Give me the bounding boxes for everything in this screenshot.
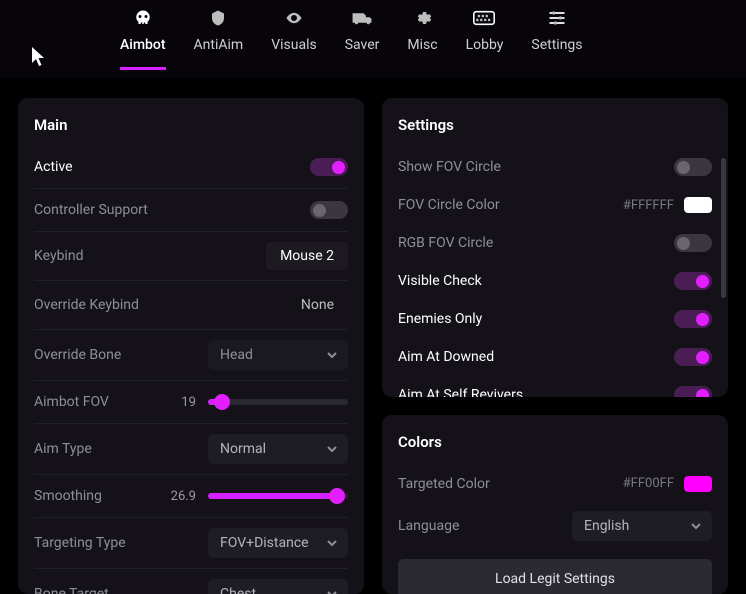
row-rgb-fov: RGB FOV Circle: [382, 224, 728, 262]
select-bone-target[interactable]: Chest: [208, 579, 348, 594]
lobby-icon: [473, 9, 495, 27]
tab-label: Aimbot: [120, 37, 166, 53]
chevron-down-icon: [690, 520, 702, 532]
slider-fov[interactable]: [208, 399, 348, 405]
label-fov: Aimbot FOV: [34, 394, 109, 410]
settings-icon: [547, 9, 567, 27]
row-smoothing: Smoothing 26.9: [18, 477, 364, 515]
label-controller: Controller Support: [34, 202, 148, 218]
targeted-color-hex: #FF00FF: [623, 476, 674, 491]
label-override-bone: Override Bone: [34, 347, 121, 363]
toggle-aim-self-rev[interactable]: [674, 386, 712, 397]
label-bone-target: Bone Target: [34, 586, 109, 594]
row-targeted-color: Targeted Color #FF00FF: [382, 465, 728, 503]
main-panel: Main Active Controller Support Keybind M…: [18, 98, 364, 594]
label-show-fov: Show FOV Circle: [398, 159, 501, 175]
tab-label: Misc: [407, 37, 437, 53]
tab-saver[interactable]: Saver: [345, 9, 380, 70]
tab-label: AntiAim: [194, 37, 244, 53]
toggle-visible-check[interactable]: [674, 272, 712, 290]
row-override-keybind: Override Keybind None: [18, 283, 364, 327]
main-title: Main: [18, 98, 364, 148]
chevron-down-icon: [326, 443, 338, 455]
toggle-controller[interactable]: [310, 201, 348, 219]
select-targeting-type[interactable]: FOV+Distance: [208, 528, 348, 558]
row-aimbot-fov: Aimbot FOV 19: [18, 383, 364, 421]
label-fov-color: FOV Circle Color: [398, 197, 500, 213]
label-visible-check: Visible Check: [398, 273, 482, 289]
label-keybind: Keybind: [34, 248, 83, 264]
row-visible-check: Visible Check: [382, 262, 728, 300]
select-aim-type[interactable]: Normal: [208, 434, 348, 464]
toggle-rgb-fov[interactable]: [674, 234, 712, 252]
label-override-keybind: Override Keybind: [34, 297, 139, 313]
toggle-show-fov[interactable]: [674, 158, 712, 176]
tab-antiaim[interactable]: AntiAim: [194, 9, 244, 70]
colors-panel: Colors Targeted Color #FF00FF Language E…: [382, 415, 728, 594]
row-targeting-type: Targeting Type FOV+Distance: [18, 520, 364, 566]
row-aim-type: Aim Type Normal: [18, 426, 364, 472]
select-override-bone[interactable]: Head: [208, 340, 348, 370]
colors-title: Colors: [382, 415, 728, 465]
settings-title: Settings: [382, 98, 728, 148]
row-language: Language English: [382, 503, 728, 549]
load-legit-button[interactable]: Load Legit Settings: [398, 559, 712, 594]
toggle-active[interactable]: [310, 158, 348, 176]
scrollbar[interactable]: [721, 158, 726, 298]
tab-aimbot[interactable]: Aimbot: [120, 9, 166, 70]
tab-label: Settings: [531, 37, 582, 53]
override-keybind-field[interactable]: None: [287, 291, 348, 319]
row-keybind: Keybind Mouse 2: [18, 234, 364, 278]
tab-lobby[interactable]: Lobby: [466, 9, 504, 70]
saver-icon: [351, 9, 373, 27]
tab-visuals[interactable]: Visuals: [271, 9, 317, 70]
aimbot-icon: [133, 9, 153, 27]
settings-panel: Settings Show FOV Circle FOV Circle Colo…: [382, 98, 728, 397]
label-aim-type: Aim Type: [34, 441, 92, 457]
targeted-color-swatch[interactable]: [684, 476, 712, 492]
row-aim-self-rev: Aim At Self Revivers: [382, 376, 728, 397]
tab-label: Saver: [345, 37, 380, 53]
chevron-down-icon: [326, 537, 338, 549]
row-fov-color: FOV Circle Color #FFFFFF: [382, 186, 728, 224]
label-targeting-type: Targeting Type: [34, 535, 126, 551]
toggle-aim-downed[interactable]: [674, 348, 712, 366]
keybind-field[interactable]: Mouse 2: [266, 242, 348, 270]
slider-smoothing[interactable]: [208, 493, 348, 499]
label-language: Language: [398, 518, 459, 534]
row-aim-downed: Aim At Downed: [382, 338, 728, 376]
label-active: Active: [34, 159, 73, 175]
fov-value: 19: [162, 395, 196, 410]
tab-settings[interactable]: Settings: [531, 9, 582, 70]
top-tab-bar: Aimbot AntiAim Visuals Saver Misc Lobby Settin…: [0, 0, 746, 78]
tab-label: Visuals: [271, 37, 317, 53]
smoothing-value: 26.9: [162, 489, 196, 504]
visuals-icon: [283, 9, 305, 27]
label-enemies-only: Enemies Only: [398, 311, 482, 327]
label-rgb-fov: RGB FOV Circle: [398, 235, 493, 251]
antiaim-icon: [209, 9, 227, 27]
fov-color-swatch[interactable]: [684, 197, 712, 213]
chevron-down-icon: [326, 349, 338, 361]
label-aim-downed: Aim At Downed: [398, 349, 494, 365]
toggle-enemies-only[interactable]: [674, 310, 712, 328]
label-targeted-color: Targeted Color: [398, 476, 490, 492]
row-show-fov: Show FOV Circle: [382, 148, 728, 186]
select-language[interactable]: English: [572, 511, 712, 541]
label-smoothing: Smoothing: [34, 488, 102, 504]
fov-color-hex: #FFFFFF: [623, 198, 674, 213]
misc-icon: [414, 9, 432, 27]
row-active: Active: [18, 148, 364, 186]
label-aim-self-rev: Aim At Self Revivers: [398, 387, 523, 397]
row-override-bone: Override Bone Head: [18, 332, 364, 378]
row-enemies-only: Enemies Only: [382, 300, 728, 338]
row-bone-target: Bone Target Chest: [18, 571, 364, 594]
row-controller: Controller Support: [18, 191, 364, 229]
tab-label: Lobby: [466, 37, 504, 53]
chevron-down-icon: [326, 588, 338, 594]
tab-misc[interactable]: Misc: [407, 9, 437, 70]
